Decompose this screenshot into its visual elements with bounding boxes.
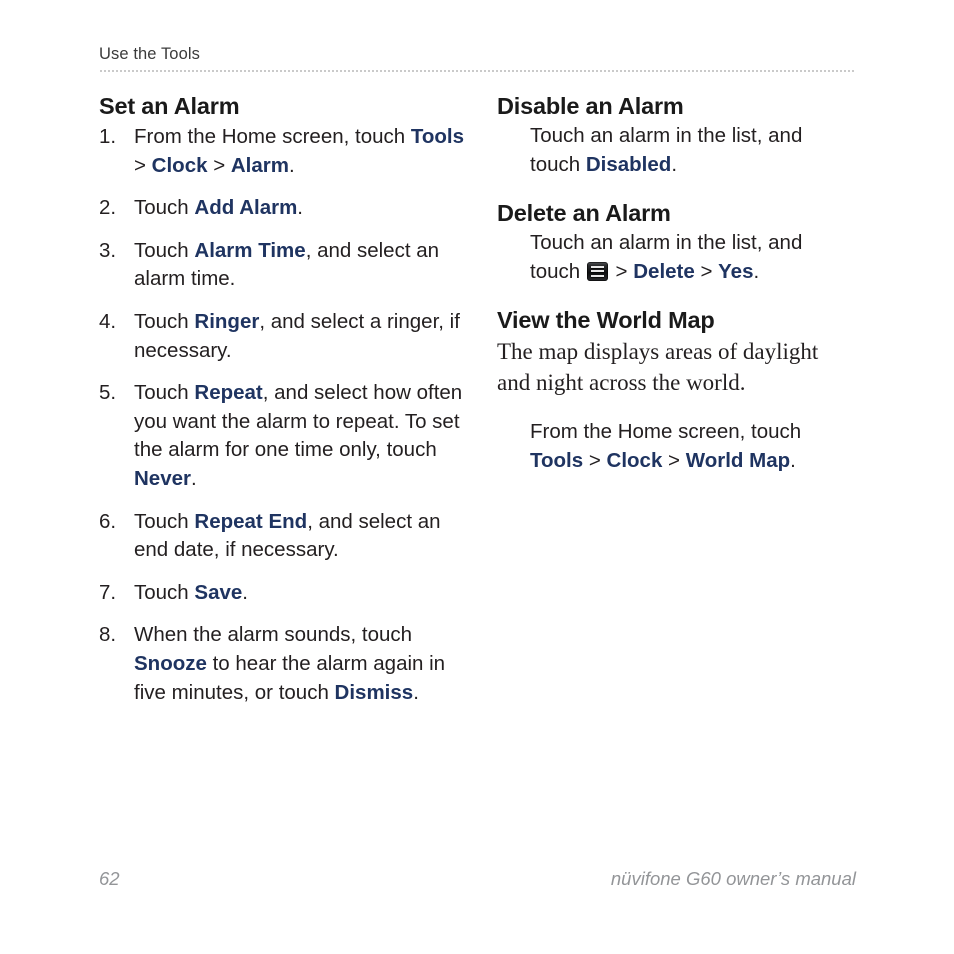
running-header-title: Use the Tools — [99, 45, 200, 63]
body-text-run: . — [790, 448, 796, 472]
section-body-delete-an-alarm: Touch an alarm in the list, and touch > … — [497, 229, 857, 286]
step-text: Touch Repeat End, and select an end date… — [134, 510, 441, 562]
body-text-run: . — [191, 466, 197, 490]
step-item: 7. Touch Save. — [99, 579, 465, 608]
body-text-run: When the alarm sounds, touch — [134, 623, 413, 647]
manual-page: Use the Tools Set an Alarm 1. From the Ho… — [0, 0, 954, 954]
step-item: 6. Touch Repeat End, and select an end da… — [99, 508, 465, 565]
body-text-run: . — [413, 680, 419, 704]
step-number: 7. — [99, 580, 117, 604]
body-text-run: . — [297, 196, 303, 220]
step-number: 6. — [99, 509, 117, 533]
step-text: Touch Add Alarm. — [134, 196, 303, 219]
section-title-set-an-alarm: Set an Alarm — [99, 93, 240, 119]
body-text-run: . — [671, 152, 678, 176]
step-item: 5. Touch Repeat, and select how often you… — [99, 379, 465, 493]
footer-manual-title: nüvifone G60 owner’s manual — [610, 868, 856, 889]
step-item: 4. Touch Ringer, and select a ringer, if … — [99, 308, 465, 365]
step-item: 1. From the Home screen, touch Tools > Cl… — [99, 123, 465, 180]
page-footer: 62 nüvifone G60 owner’s manual — [99, 866, 856, 894]
body-text-run: Touch — [134, 196, 195, 220]
step-text: Touch Ringer, and select a ringer, if ne… — [134, 310, 460, 362]
menu-icon — [586, 261, 608, 281]
step-text: Touch Repeat, and select how often you w… — [134, 381, 462, 490]
section-title-view-the-world-map: View the World Map — [497, 307, 715, 334]
body-text-run: Touch — [134, 580, 195, 604]
keyword-term: Clock — [606, 448, 663, 472]
keyword-term: Ringer — [194, 309, 260, 333]
step-text: Touch Alarm Time, and select an alarm ti… — [134, 239, 439, 291]
body-text-run: . — [753, 259, 760, 283]
keyword-term: Alarm — [230, 153, 289, 177]
section-followup-view-the-world-map: From the Home screen, touch Tools > Cloc… — [497, 418, 857, 475]
body-text-run: > — [609, 259, 634, 283]
left-column: Set an Alarm 1. From the Home screen, tou… — [99, 92, 465, 707]
step-number: 1. — [99, 125, 117, 148]
keyword-term: Clock — [151, 153, 208, 177]
step-number: 5. — [99, 381, 117, 405]
body-text-run: > — [134, 153, 152, 177]
step-number: 4. — [99, 309, 117, 333]
body-text-run: Touch — [134, 381, 195, 405]
keyword-term: Yes — [718, 259, 754, 283]
keyword-term: Disabled — [585, 152, 672, 176]
keyword-term: Repeat End — [194, 509, 308, 533]
section-body-disable-an-alarm: Touch an alarm in the list, and touch Di… — [497, 122, 857, 179]
header-dotted-rule — [99, 70, 856, 72]
step-number: 8. — [99, 623, 117, 647]
body-text-run: From the Home screen, touch — [134, 125, 411, 148]
right-column: Disable an Alarm Touch an alarm in the li… — [497, 92, 857, 476]
keyword-term: Alarm Time — [194, 238, 306, 262]
body-text-run: > — [662, 448, 686, 472]
step-item: 3. Touch Alarm Time, and select an alarm … — [99, 237, 465, 294]
body-text-run: > — [694, 259, 719, 283]
keyword-term: Snooze — [134, 651, 207, 675]
body-text-run: Touch — [134, 509, 195, 533]
step-number: 3. — [99, 238, 117, 262]
keyword-term: World Map — [685, 448, 791, 472]
keyword-term: Delete — [633, 259, 695, 283]
section-title-disable-an-alarm: Disable an Alarm — [497, 93, 684, 119]
section-body-view-the-world-map: The map displays areas of daylight and n… — [497, 336, 857, 398]
step-text: Touch Save. — [134, 581, 248, 604]
step-text: When the alarm sounds, touch Snooze to h… — [134, 623, 445, 703]
step-text: From the Home screen, touch Tools > Cloc… — [134, 125, 464, 177]
step-item: 8. When the alarm sounds, touch Snooze to… — [99, 621, 465, 707]
body-text-run: Touch — [134, 309, 195, 333]
keyword-term: Tools — [410, 125, 465, 148]
body-text-run: . — [288, 153, 295, 177]
keyword-term: Dismiss — [334, 680, 414, 704]
step-item: 2. Touch Add Alarm. — [99, 194, 465, 223]
keyword-term: Add Alarm — [194, 196, 298, 220]
keyword-term: Save — [194, 580, 243, 604]
body-text-run: Touch — [134, 238, 195, 262]
keyword-term: Tools — [530, 448, 584, 472]
section-title-delete-an-alarm: Delete an Alarm — [497, 200, 671, 227]
body-text-run: From the Home screen, touch — [530, 420, 802, 444]
running-header: Use the Tools — [99, 44, 856, 64]
step-number: 2. — [99, 196, 117, 220]
body-text-run: . — [242, 580, 248, 604]
body-text-run: > — [207, 153, 231, 177]
footer-page-number: 62 — [99, 868, 120, 889]
body-text-run: > — [583, 448, 607, 472]
body-text-run: The map displays areas of daylight and n… — [497, 339, 819, 396]
keyword-term: Repeat — [194, 381, 263, 405]
keyword-term: Never — [134, 466, 191, 490]
ordered-step-list: 1. From the Home screen, touch Tools > Cl… — [99, 123, 465, 707]
